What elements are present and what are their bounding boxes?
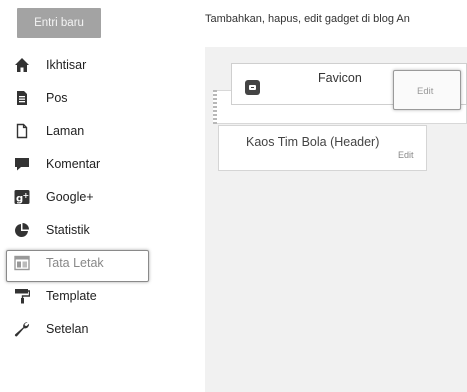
google-plus-icon: g + xyxy=(12,187,32,207)
paint-roller-icon xyxy=(12,286,32,306)
drag-handle[interactable] xyxy=(213,90,217,124)
gadget-title: Kaos Tim Bola (Header) xyxy=(246,135,380,149)
sidebar-item-settings[interactable]: Setelan xyxy=(12,318,152,340)
comment-icon xyxy=(12,154,32,174)
sidebar-item-google-plus[interactable]: g + Google+ xyxy=(12,186,152,208)
wrench-icon xyxy=(12,319,32,339)
sidebar-item-label: Tata Letak xyxy=(46,256,104,270)
sidebar-item-label: Laman xyxy=(46,124,85,138)
home-icon xyxy=(12,55,32,75)
svg-text:+: + xyxy=(23,191,30,200)
gadget-edit-link[interactable]: Edit xyxy=(417,86,433,97)
sidebar-item-label: Template xyxy=(46,289,97,303)
document-icon xyxy=(12,88,32,108)
sidebar-item-template[interactable]: Template xyxy=(12,285,152,307)
page-icon xyxy=(12,121,32,141)
sidebar-item-label: Setelan xyxy=(46,322,89,336)
sidebar-item-label: Komentar xyxy=(46,157,101,171)
sidebar-item-label: Pos xyxy=(46,91,68,105)
layout-icon xyxy=(12,253,32,273)
sidebar-item-stats[interactable]: Statistik xyxy=(12,219,152,241)
page-description: Tambahkan, hapus, edit gadget di blog An xyxy=(205,13,410,25)
sidebar-item-label: Google+ xyxy=(46,190,94,204)
sidebar-item-layout[interactable]: Tata Letak xyxy=(12,252,152,274)
sidebar-item-pages[interactable]: Laman xyxy=(12,120,152,142)
sidebar-item-posts[interactable]: Pos xyxy=(12,87,152,109)
sidebar-item-label: Statistik xyxy=(46,223,90,237)
sidebar-item-overview[interactable]: Ikhtisar xyxy=(12,54,152,76)
new-post-button[interactable]: Entri baru xyxy=(17,8,101,38)
gadget-edit-link[interactable]: Edit xyxy=(398,150,414,160)
pie-chart-icon xyxy=(12,220,32,240)
gadget-title: Favicon xyxy=(318,71,362,85)
sidebar-item-label: Ikhtisar xyxy=(46,58,87,72)
blogger-icon xyxy=(245,80,260,95)
sidebar-item-comments[interactable]: Komentar xyxy=(12,153,152,175)
